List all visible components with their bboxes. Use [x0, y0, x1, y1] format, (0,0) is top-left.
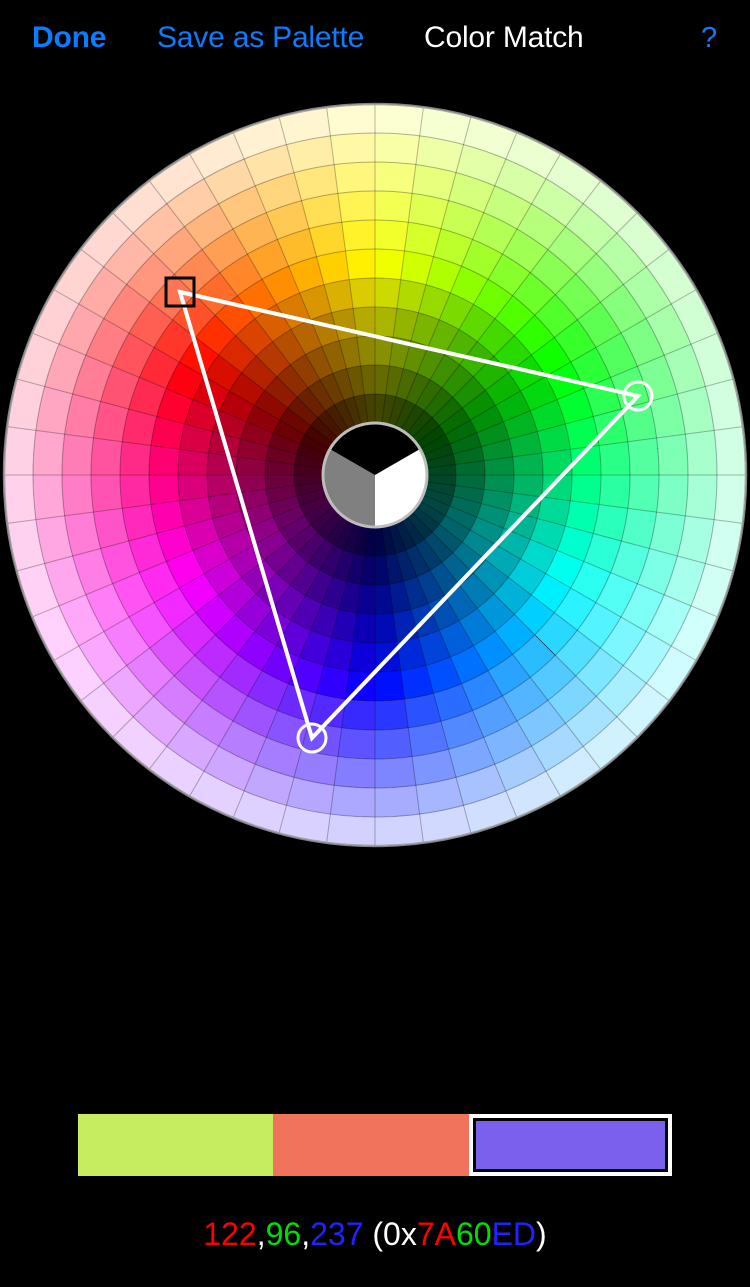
wheel-cell[interactable]: [375, 814, 424, 846]
swatch-yellow-green[interactable]: [78, 1114, 274, 1176]
done-button[interactable]: Done: [32, 19, 106, 57]
wheel-cell[interactable]: [627, 475, 659, 513]
wheel-cell[interactable]: [178, 475, 209, 501]
wheel-cell[interactable]: [33, 430, 65, 475]
palette-swatch-strip[interactable]: [78, 1114, 672, 1176]
readout-hex-suffix: ): [536, 1216, 547, 1252]
wheel-cell[interactable]: [627, 437, 659, 475]
wheel-cell[interactable]: [570, 475, 601, 505]
wheel-cell[interactable]: [375, 699, 409, 730]
wheel-cell[interactable]: [685, 475, 717, 520]
wheel-cell[interactable]: [149, 475, 180, 505]
wheel-cell[interactable]: [337, 727, 375, 759]
wheel-cell[interactable]: [91, 475, 123, 513]
rgb-hex-readout: 122,96,237 (0x7A60ED): [0, 1214, 750, 1254]
readout-hex-green: 60: [455, 1216, 492, 1252]
wheel-cell[interactable]: [334, 162, 375, 194]
wheel-cell[interactable]: [375, 785, 420, 817]
wheel-cell[interactable]: [375, 670, 405, 701]
wheel-cell[interactable]: [4, 475, 36, 524]
wheel-cell[interactable]: [149, 445, 180, 475]
wheel-cell[interactable]: [685, 430, 717, 475]
wheel-cell[interactable]: [326, 814, 375, 846]
color-wheel[interactable]: [0, 100, 750, 852]
wheel-cell[interactable]: [178, 449, 209, 475]
wheel-cell[interactable]: [33, 475, 65, 520]
swatch-salmon[interactable]: [273, 1114, 469, 1176]
page-title: Color Match: [424, 21, 584, 54]
wheel-cell[interactable]: [375, 220, 409, 251]
wheel-cell[interactable]: [62, 475, 94, 516]
wheel-cell[interactable]: [120, 441, 151, 475]
wheel-cell[interactable]: [341, 220, 375, 251]
wheel-cell[interactable]: [656, 475, 688, 516]
wheel-cell[interactable]: [120, 475, 151, 509]
wheel-cell[interactable]: [599, 441, 630, 475]
wheel-cell[interactable]: [714, 475, 746, 524]
wheel-cell[interactable]: [375, 162, 416, 194]
readout-red: 122: [203, 1216, 257, 1252]
wheel-cell[interactable]: [330, 133, 375, 165]
wheel-cell[interactable]: [330, 785, 375, 817]
wheel-cell[interactable]: [375, 727, 413, 759]
wheel-cell[interactable]: [337, 191, 375, 223]
wheel-cell[interactable]: [375, 756, 416, 788]
readout-green: 96: [265, 1216, 302, 1252]
wheel-cell[interactable]: [375, 104, 424, 136]
wheel-cell[interactable]: [91, 437, 123, 475]
readout-sep-1: ,: [256, 1216, 266, 1252]
readout-blue: 237: [310, 1216, 364, 1252]
wheel-cell[interactable]: [656, 434, 688, 475]
readout-hex-red: 7A: [416, 1216, 456, 1252]
wheel-cell[interactable]: [3, 426, 36, 475]
readout-hex-prefix: (0x: [363, 1216, 417, 1252]
help-icon[interactable]: ?: [701, 19, 717, 57]
wheel-cell[interactable]: [714, 426, 746, 475]
wheel-cell[interactable]: [349, 278, 375, 309]
wheel-cell[interactable]: [375, 249, 405, 280]
wheel-cell[interactable]: [334, 756, 375, 788]
wheel-cell[interactable]: [375, 133, 420, 165]
readout-hex-blue: ED: [491, 1216, 537, 1252]
swatch-purple[interactable]: [468, 1114, 672, 1176]
wheel-cell[interactable]: [349, 641, 375, 673]
wheel-cell[interactable]: [375, 278, 401, 309]
readout-sep-2: ,: [301, 1216, 311, 1252]
wheel-cell[interactable]: [375, 191, 413, 223]
center-hub[interactable]: [321, 421, 429, 529]
color-wheel-area[interactable]: [0, 100, 750, 852]
color-match-screen: Done Save as Palette Color Match ? 122,9…: [0, 0, 750, 1287]
wheel-cell[interactable]: [599, 475, 630, 509]
wheel-cell[interactable]: [326, 104, 375, 136]
save-as-palette-button[interactable]: Save as Palette: [157, 19, 364, 57]
wheel-cell[interactable]: [345, 249, 375, 280]
wheel-cell[interactable]: [62, 434, 94, 475]
toolbar: Done Save as Palette Color Match ?: [0, 0, 750, 76]
